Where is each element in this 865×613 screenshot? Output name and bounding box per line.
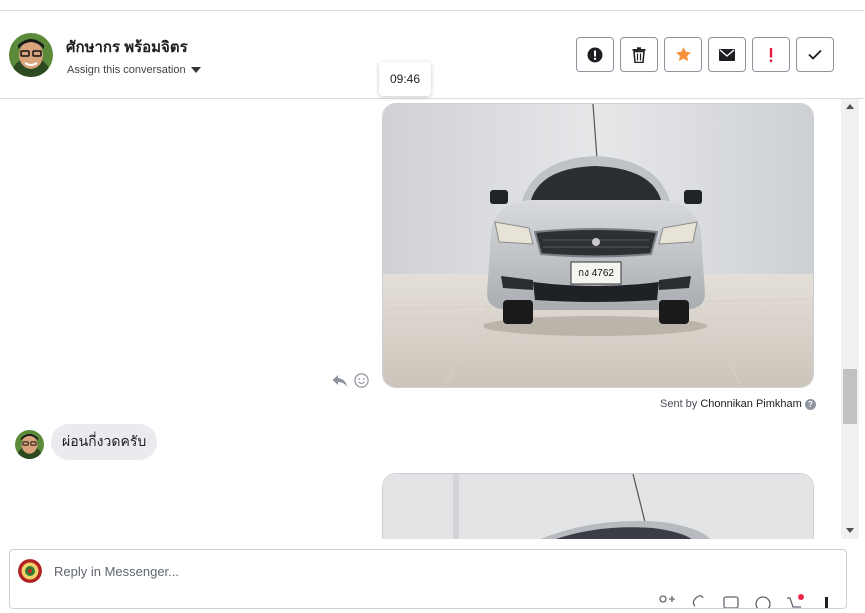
contact-name: ศักษากร พร้อมจิตร <box>66 39 188 56</box>
sent-by-name: Chonnikan Pimkham <box>700 398 802 410</box>
add-user-icon[interactable] <box>657 594 677 608</box>
thread-scrollbar[interactable] <box>841 99 859 539</box>
attachment-icon[interactable] <box>689 594 709 608</box>
trash-icon <box>632 46 646 63</box>
follow-up-button[interactable] <box>752 37 790 72</box>
help-icon[interactable]: ? <box>804 398 816 410</box>
page-avatar <box>18 559 42 583</box>
envelope-icon <box>719 48 735 61</box>
scrollbar-thumb[interactable] <box>843 369 857 424</box>
message-tools <box>332 373 369 388</box>
assign-conversation-dropdown[interactable]: Assign this conversation <box>67 64 201 76</box>
sent-by-prefix: Sent by <box>660 398 698 410</box>
timestamp-tooltip: 09:46 <box>379 62 431 96</box>
sender-avatar <box>15 430 44 459</box>
reply-composer <box>9 549 847 612</box>
spam-button[interactable] <box>576 37 614 72</box>
emoji-react-icon[interactable] <box>354 373 369 388</box>
header-actions <box>576 37 834 72</box>
top-strip <box>0 0 865 11</box>
scroll-up-arrow-icon[interactable] <box>846 104 854 109</box>
mark-unread-button[interactable] <box>708 37 746 72</box>
star-button[interactable] <box>664 37 702 72</box>
emoji-icon[interactable] <box>753 594 773 612</box>
conversation-header: ศักษากร พร้อมจิตร Assign this conversati… <box>0 11 865 99</box>
star-icon <box>675 47 691 62</box>
shop-cart-icon[interactable] <box>785 594 805 608</box>
incoming-message-bubble[interactable]: ผ่อนกี่งวดครับ <box>51 424 158 460</box>
composer-tools <box>657 594 837 612</box>
contact-avatar[interactable] <box>9 33 53 77</box>
check-icon <box>808 49 822 60</box>
message-thread[interactable]: กง 4762 Sent by Chonnikan Pimkham ? ผ่อน… <box>0 99 840 539</box>
exclamation-icon <box>769 47 773 62</box>
reply-input[interactable] <box>54 564 654 579</box>
like-icon[interactable] <box>817 594 837 608</box>
caret-down-icon <box>190 67 201 73</box>
car-photo-attachment-2[interactable] <box>382 473 814 539</box>
sent-by-info: Sent by Chonnikan Pimkham ? <box>660 398 816 410</box>
saved-reply-icon[interactable] <box>721 594 741 609</box>
mark-done-button[interactable] <box>796 37 834 72</box>
license-plate-text: กง 4762 <box>578 268 614 279</box>
car-photo-attachment[interactable]: กง 4762 <box>382 103 814 388</box>
assign-label: Assign this conversation <box>67 64 186 76</box>
reply-icon[interactable] <box>332 374 348 388</box>
scroll-down-arrow-icon[interactable] <box>846 528 854 533</box>
alert-circle-icon <box>587 47 603 62</box>
delete-button[interactable] <box>620 37 658 72</box>
